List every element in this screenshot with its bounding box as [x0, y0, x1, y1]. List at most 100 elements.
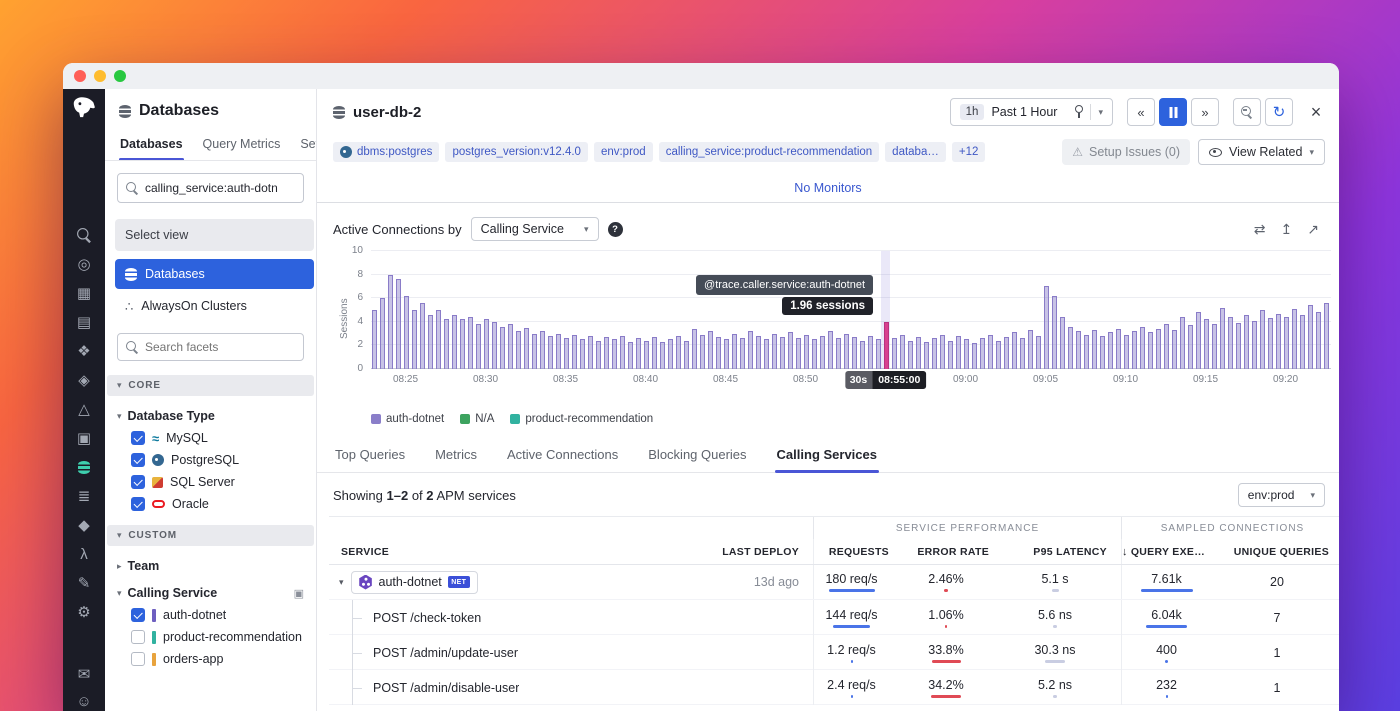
pin-icon[interactable] — [1074, 105, 1083, 119]
tab-calling-services[interactable]: Calling Services — [775, 439, 879, 472]
chart-bar[interactable] — [684, 341, 689, 369]
tab-metrics[interactable]: Metrics — [433, 439, 479, 472]
chart-bar[interactable] — [388, 275, 393, 369]
endpoint-name[interactable]: POST /check-token — [373, 611, 481, 625]
chart-bar[interactable] — [1252, 321, 1257, 369]
chart-bar[interactable] — [548, 336, 553, 369]
facet-group-calling-service[interactable]: ▾ Calling Service ▣ — [117, 586, 304, 600]
facet-section-custom[interactable]: ▾ CUSTOM — [107, 525, 314, 546]
chart-bar[interactable] — [876, 339, 881, 369]
chart-bar[interactable] — [932, 338, 937, 369]
column-header-requests[interactable]: REQUESTS — [813, 539, 903, 564]
column-header-p95-latency[interactable]: P95 LATENCY — [1003, 539, 1121, 564]
chart-bar[interactable] — [516, 331, 521, 369]
chart-bar[interactable] — [772, 334, 777, 369]
chart-bar[interactable] — [604, 337, 609, 369]
chart-bar[interactable] — [724, 339, 729, 369]
endpoint-name[interactable]: POST /admin/update-user — [373, 646, 518, 660]
chart-bar[interactable] — [788, 332, 793, 369]
checkbox[interactable] — [131, 475, 145, 489]
tab-blocking-queries[interactable]: Blocking Queries — [646, 439, 748, 472]
chart-bar[interactable] — [868, 336, 873, 369]
chart-bar[interactable] — [1236, 323, 1241, 369]
table-row[interactable]: POST /admin/update-user1.2 req/s33.8%30.… — [329, 635, 1339, 670]
tag[interactable]: dbms:postgres — [333, 142, 439, 162]
chart-bar[interactable] — [1300, 315, 1305, 369]
facet-item[interactable]: product-recommendation — [131, 630, 304, 644]
column-header-query-executions[interactable]: ↓QUERY EXECUTIONS — [1121, 539, 1225, 564]
table-row[interactable]: ▾auth-dotnetNET13d ago180 req/s2.46%5.1 … — [329, 565, 1339, 600]
chart-bar[interactable] — [740, 338, 745, 369]
chart-bar[interactable] — [1012, 332, 1017, 369]
chart-bar[interactable] — [532, 334, 537, 369]
close-window-button[interactable] — [74, 70, 86, 82]
export-icon[interactable]: ↥ — [1281, 221, 1293, 238]
chart-bar[interactable] — [892, 338, 897, 369]
chart-bar[interactable] — [884, 322, 889, 369]
facet-search-box[interactable] — [117, 333, 304, 361]
chart-bar[interactable] — [1284, 317, 1289, 369]
facet-item[interactable]: PostgreSQL — [131, 453, 304, 467]
chart-bar[interactable] — [940, 335, 945, 369]
synthetics-icon[interactable]: △ — [75, 401, 93, 417]
metrics-icon[interactable]: ▤ — [75, 314, 93, 330]
chart-bar[interactable] — [1036, 336, 1041, 369]
chart-bar[interactable] — [700, 335, 705, 369]
chart-bar[interactable] — [492, 322, 497, 369]
chart-bar[interactable] — [1188, 325, 1193, 369]
facet-item[interactable]: orders-app — [131, 652, 304, 666]
table-row[interactable]: POST /admin/disable-user2.4 req/s34.2%5.… — [329, 670, 1339, 705]
chart-bar[interactable] — [524, 328, 529, 369]
chart-bar[interactable] — [796, 338, 801, 369]
chart-bar[interactable] — [1228, 317, 1233, 369]
chart-bar[interactable] — [980, 338, 985, 369]
chart-bar[interactable] — [1004, 337, 1009, 369]
time-range-picker[interactable]: 1h Past 1 Hour ▾ — [950, 98, 1113, 126]
chart-bar[interactable] — [500, 327, 505, 369]
setup-issues-button[interactable]: ⚠ Setup Issues (0) — [1062, 139, 1190, 165]
chart-bar[interactable] — [908, 341, 913, 369]
serverless-icon[interactable]: λ — [75, 546, 93, 562]
chart-bar[interactable] — [508, 324, 513, 369]
chart-bar[interactable] — [1212, 324, 1217, 369]
sessions-chart-plot[interactable]: 30s08:55:00@trace.caller.service:auth-do… — [371, 251, 1331, 369]
chart-bar[interactable] — [924, 342, 929, 369]
chart-bar[interactable] — [1292, 309, 1297, 369]
checkbox[interactable] — [131, 630, 145, 644]
tag[interactable]: env:prod — [594, 142, 653, 162]
chart-bar[interactable] — [1084, 335, 1089, 369]
service-link[interactable]: auth-dotnetNET — [351, 571, 478, 594]
chart-bar[interactable] — [580, 339, 585, 369]
chart-bar[interactable] — [1180, 317, 1185, 369]
chart-bar[interactable] — [468, 317, 473, 369]
chart-bar[interactable] — [1164, 324, 1169, 369]
chart-bar[interactable] — [372, 310, 377, 369]
logs-icon[interactable]: ≣ — [75, 488, 93, 504]
rewind-button[interactable]: « — [1127, 98, 1155, 126]
fullscreen-icon[interactable]: ↗ — [1307, 221, 1319, 238]
chart-bar[interactable] — [428, 315, 433, 369]
chart-bar[interactable] — [596, 341, 601, 369]
tab-active-connections[interactable]: Active Connections — [505, 439, 620, 472]
chart-bar[interactable] — [1156, 329, 1161, 369]
facet-item[interactable]: ≈MySQL — [131, 431, 304, 445]
chart-bar[interactable] — [1268, 318, 1273, 369]
chart-bar[interactable] — [1204, 319, 1209, 369]
chart-bar[interactable] — [676, 336, 681, 369]
databases-icon[interactable] — [75, 459, 93, 475]
tab-query-metrics[interactable]: Query Metrics — [202, 130, 282, 160]
chart-bar[interactable] — [420, 303, 425, 369]
notebooks-icon[interactable]: ✎ — [75, 575, 93, 591]
group-by-select[interactable]: Calling Service ▾ — [471, 217, 599, 241]
chart-bar[interactable] — [588, 336, 593, 369]
chart-bar[interactable] — [1020, 338, 1025, 369]
chart-bar[interactable] — [1148, 332, 1153, 369]
column-header-service[interactable]: SERVICE — [329, 539, 683, 564]
chart-bar[interactable] — [636, 338, 641, 369]
chart-bar[interactable] — [692, 329, 697, 369]
chart-bar[interactable] — [652, 337, 657, 369]
chart-bar[interactable] — [1052, 296, 1057, 369]
chart-bar[interactable] — [612, 339, 617, 369]
chart-bar[interactable] — [412, 310, 417, 369]
chart-bar[interactable] — [916, 337, 921, 369]
